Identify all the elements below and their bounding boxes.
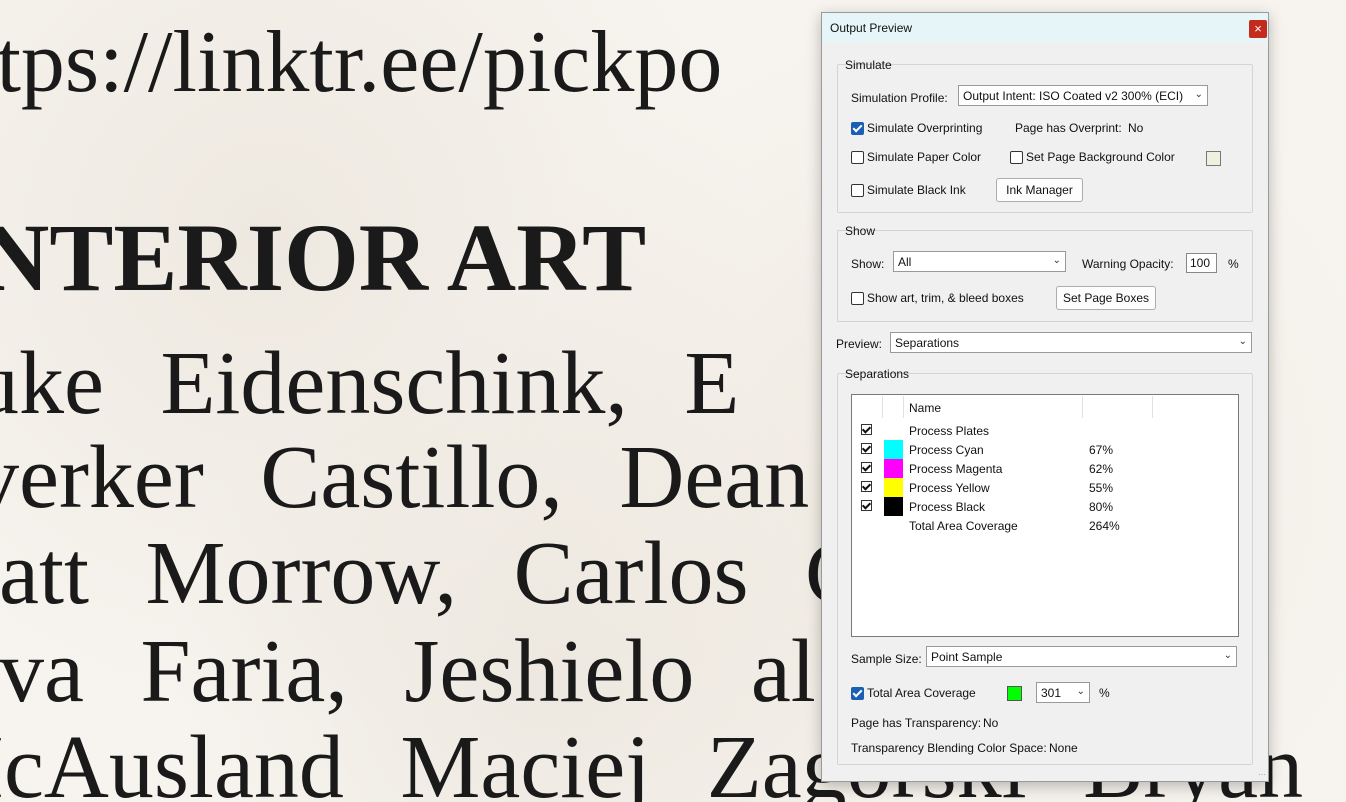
tac-value-select[interactable]: 301 ⌄: [1036, 682, 1090, 703]
set-page-boxes-button[interactable]: Set Page Boxes: [1056, 286, 1156, 310]
dialog-title: Output Preview: [830, 21, 913, 35]
simulate-group-title: Simulate: [845, 58, 892, 72]
ink-manager-button[interactable]: Ink Manager: [996, 178, 1083, 202]
page-bg-color-swatch[interactable]: [1206, 151, 1221, 166]
tac-percent: %: [1099, 686, 1110, 700]
column-header-name[interactable]: Name: [909, 401, 941, 415]
chevron-down-icon: ⌄: [1076, 686, 1085, 697]
simulate-overprinting-checkbox[interactable]: [851, 122, 864, 135]
warning-opacity-label: Warning Opacity:: [1082, 257, 1174, 271]
show-group-title: Show: [845, 224, 876, 238]
total-area-coverage-label: Total Area Coverage: [867, 686, 976, 700]
separations-table: Name Process Plates Process Cyan 67% Pro…: [851, 394, 1239, 637]
separations-group-title: Separations: [845, 367, 910, 381]
doc-heading: NTERIOR ART: [0, 204, 647, 311]
separation-percent: 80%: [1089, 500, 1114, 514]
blending-space-label: Transparency Blending Color Space:: [851, 741, 1047, 755]
close-icon: ×: [1254, 21, 1262, 36]
column-divider: [903, 396, 904, 418]
simulate-black-ink-checkbox[interactable]: [851, 184, 864, 197]
separation-row[interactable]: Process Plates: [852, 421, 1236, 440]
page-has-overprint-value: No: [1128, 121, 1144, 135]
page-has-overprint-label: Page has Overprint:: [1015, 121, 1122, 135]
column-divider: [1152, 396, 1153, 418]
separation-name: Process Plates: [909, 424, 990, 438]
separation-name: Process Cyan: [909, 443, 984, 457]
chevron-down-icon: ⌄: [1194, 89, 1203, 100]
column-divider: [1082, 396, 1083, 418]
preview-label: Preview:: [836, 337, 883, 351]
color-chip: [884, 497, 903, 516]
tac-value: 301: [1041, 686, 1062, 700]
simulate-overprinting-label: Simulate Overprinting: [867, 121, 983, 135]
show-label: Show:: [851, 257, 885, 271]
warning-opacity-input[interactable]: 100: [1186, 253, 1217, 273]
set-page-bg-color-checkbox[interactable]: [1010, 151, 1023, 164]
chevron-down-icon: ⌄: [1238, 336, 1247, 347]
separation-row[interactable]: Process Black 80%: [852, 497, 1236, 516]
show-select[interactable]: All ⌄: [893, 251, 1066, 272]
row-checkbox[interactable]: [861, 443, 872, 454]
tac-color-swatch[interactable]: [1007, 686, 1022, 701]
chevron-down-icon: ⌄: [1223, 650, 1232, 661]
simulate-black-ink-label: Simulate Black Ink: [867, 183, 966, 197]
page-has-transparency-label: Page has Transparency:: [851, 716, 982, 730]
warning-opacity-percent: %: [1228, 257, 1239, 271]
doc-body-line: uke Eidenschink, E: [0, 334, 740, 433]
total-area-coverage-checkbox[interactable]: [851, 687, 864, 700]
sample-size-value: Point Sample: [931, 650, 1003, 664]
chevron-down-icon: ⌄: [1052, 255, 1061, 266]
separation-percent: 67%: [1089, 443, 1114, 457]
simulation-profile-label: Simulation Profile:: [851, 91, 948, 105]
simulation-profile-select[interactable]: Output Intent: ISO Coated v2 300% (ECI) …: [958, 85, 1208, 106]
dialog-titlebar[interactable]: Output Preview ×: [822, 13, 1268, 42]
sample-size-label: Sample Size:: [851, 652, 922, 666]
separation-name: Process Magenta: [909, 462, 1003, 476]
preview-select[interactable]: Separations ⌄: [890, 332, 1252, 353]
show-value: All: [898, 255, 912, 269]
preview-value: Separations: [895, 336, 960, 350]
separation-row[interactable]: Total Area Coverage 264%: [852, 516, 1236, 535]
separation-row[interactable]: Process Yellow 55%: [852, 478, 1236, 497]
show-boxes-checkbox[interactable]: [851, 292, 864, 305]
row-checkbox[interactable]: [861, 462, 872, 473]
resize-grip-icon[interactable]: ⋯: [1258, 770, 1266, 779]
output-preview-dialog: Output Preview × Simulate Simulation Pro…: [821, 12, 1269, 782]
blending-space-value: None: [1049, 741, 1078, 755]
color-chip: [884, 459, 903, 478]
separation-row[interactable]: Process Cyan 67%: [852, 440, 1236, 459]
show-boxes-label: Show art, trim, & bleed boxes: [867, 291, 1024, 305]
separation-percent: 55%: [1089, 481, 1114, 495]
set-page-bg-color-label: Set Page Background Color: [1026, 150, 1175, 164]
sample-size-select[interactable]: Point Sample ⌄: [926, 646, 1237, 667]
color-chip: [884, 478, 903, 497]
separation-percent: 62%: [1089, 462, 1114, 476]
separation-row[interactable]: Process Magenta 62%: [852, 459, 1236, 478]
separation-percent: 264%: [1089, 519, 1120, 533]
row-checkbox[interactable]: [861, 424, 872, 435]
separation-name: Process Yellow: [909, 481, 990, 495]
row-checkbox[interactable]: [861, 481, 872, 492]
column-divider: [882, 396, 883, 418]
row-checkbox[interactable]: [861, 500, 872, 511]
separation-name: Total Area Coverage: [909, 519, 1018, 533]
simulate-paper-color-label: Simulate Paper Color: [867, 150, 982, 164]
show-group: [837, 230, 1253, 322]
doc-body-line: lva Faria, Jeshielo al: [0, 622, 816, 721]
page-has-transparency-value: No: [983, 716, 999, 730]
separation-name: Process Black: [909, 500, 986, 514]
doc-url-line: ttps://linktr.ee/pickpo: [0, 14, 723, 111]
close-button[interactable]: ×: [1249, 20, 1267, 38]
color-chip: [884, 440, 903, 459]
simulate-paper-color-checkbox[interactable]: [851, 151, 864, 164]
simulation-profile-value: Output Intent: ISO Coated v2 300% (ECI): [963, 89, 1184, 103]
